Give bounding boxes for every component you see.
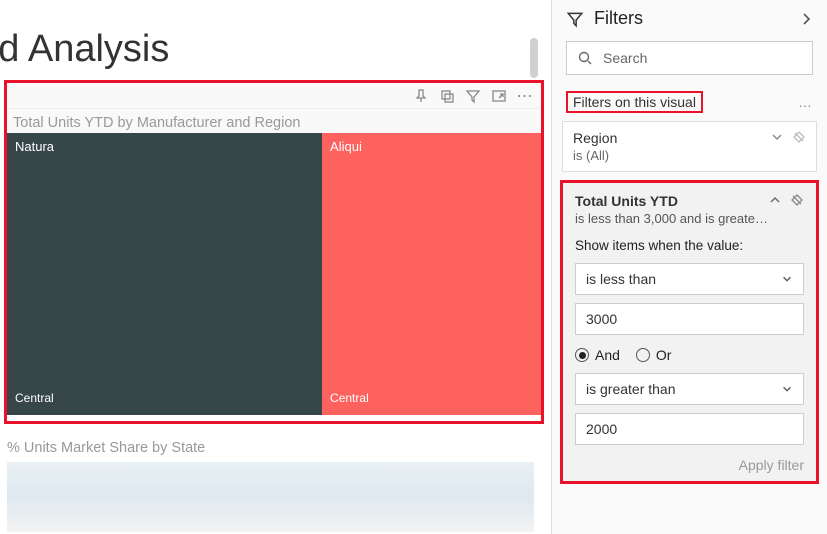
filter-icon[interactable] bbox=[465, 88, 481, 104]
search-placeholder: Search bbox=[603, 50, 647, 66]
more-options-icon[interactable]: ⋯ bbox=[517, 88, 533, 104]
map-visual-title: % Units Market Share by State bbox=[7, 440, 205, 456]
value-input-2[interactable]: 2000 bbox=[575, 413, 804, 445]
filter-pane-icon bbox=[566, 10, 584, 28]
apply-filter-button[interactable]: Apply filter bbox=[575, 457, 804, 473]
tile-label: Aliqui bbox=[330, 139, 533, 154]
map-visual[interactable] bbox=[7, 462, 534, 532]
filter-card-total-units: Total Units YTD is less than 3,000 and i… bbox=[560, 180, 819, 484]
treemap-body[interactable]: Natura Central Aliqui Central bbox=[7, 133, 541, 415]
pin-icon[interactable] bbox=[413, 88, 429, 104]
section-more-icon[interactable]: … bbox=[798, 94, 813, 110]
scroll-thumb[interactable] bbox=[530, 38, 538, 78]
value-input-1[interactable]: 3000 bbox=[575, 303, 804, 335]
filters-search-input[interactable]: Search bbox=[566, 41, 813, 75]
filters-section-title: Filters on this visual bbox=[566, 91, 703, 113]
value-2: 2000 bbox=[586, 421, 617, 437]
page-title: end Analysis bbox=[0, 0, 549, 71]
filters-pane: Filters Search Filters on this visual … … bbox=[551, 0, 827, 534]
operator-select-1[interactable]: is less than bbox=[575, 263, 804, 295]
tile-label: Natura bbox=[15, 139, 314, 154]
chevron-down-icon bbox=[781, 273, 793, 285]
tile-category: Central bbox=[15, 391, 314, 405]
filters-pane-title: Filters bbox=[594, 8, 643, 29]
operator-2-value: is greater than bbox=[586, 381, 676, 397]
clear-filter-icon[interactable] bbox=[792, 130, 806, 144]
tile-category: Central bbox=[330, 391, 533, 405]
chevron-down-icon[interactable] bbox=[770, 130, 784, 144]
focus-mode-icon[interactable] bbox=[491, 88, 507, 104]
logic-or-radio[interactable]: Or bbox=[636, 347, 672, 363]
filter-field-name: Region bbox=[573, 130, 617, 146]
chevron-down-icon bbox=[781, 383, 793, 395]
visual-toolbar: ⋯ bbox=[7, 83, 541, 109]
clear-filter-icon[interactable] bbox=[790, 193, 804, 207]
visual-title: Total Units YTD by Manufacturer and Regi… bbox=[7, 109, 541, 133]
operator-select-2[interactable]: is greater than bbox=[575, 373, 804, 405]
filter-card-region[interactable]: Region is (All) bbox=[562, 121, 817, 172]
collapse-pane-icon[interactable] bbox=[799, 12, 813, 26]
treemap-tile[interactable]: Natura Central bbox=[7, 133, 322, 415]
treemap-tile[interactable]: Aliqui Central bbox=[322, 133, 541, 415]
logic-or-label: Or bbox=[656, 347, 672, 363]
chevron-up-icon[interactable] bbox=[768, 193, 782, 207]
logic-and-label: And bbox=[595, 347, 620, 363]
value-1: 3000 bbox=[586, 311, 617, 327]
filter-summary: is less than 3,000 and is greater th... bbox=[575, 211, 768, 226]
filter-summary: is (All) bbox=[573, 148, 617, 163]
search-icon bbox=[577, 50, 593, 66]
logic-and-radio[interactable]: And bbox=[575, 347, 620, 363]
show-items-label: Show items when the value: bbox=[575, 238, 804, 253]
filter-field-name: Total Units YTD bbox=[575, 193, 768, 209]
operator-1-value: is less than bbox=[586, 271, 656, 287]
copy-icon[interactable] bbox=[439, 88, 455, 104]
treemap-visual[interactable]: ⋯ Total Units YTD by Manufacturer and Re… bbox=[4, 80, 544, 424]
